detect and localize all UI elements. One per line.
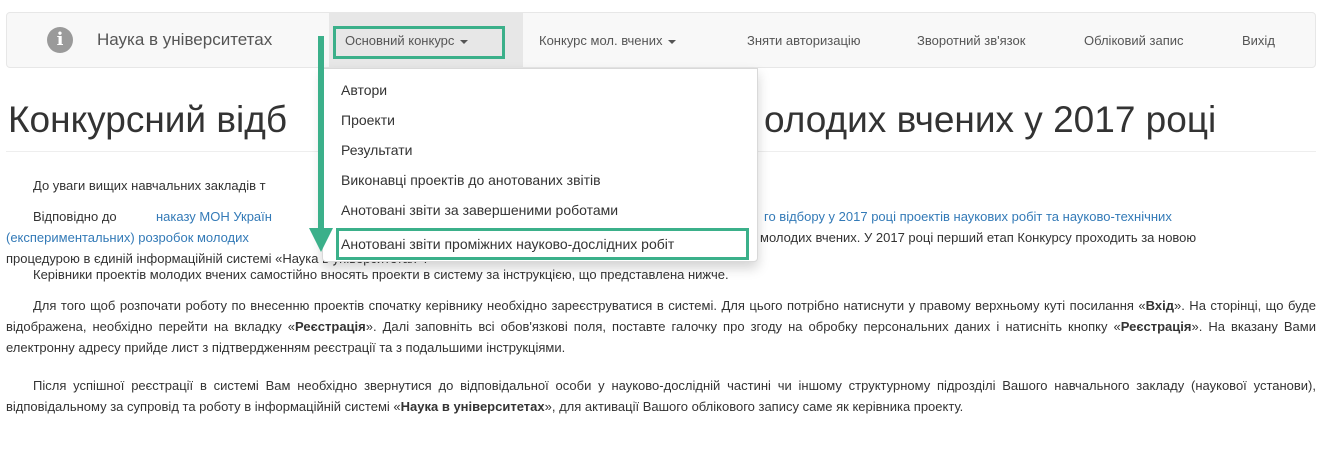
page-title-right: олодих вчених у 2017 році (764, 99, 1217, 140)
highlight-interim-reports (336, 228, 749, 260)
p5-bold-system: Наука в університетах (400, 399, 545, 414)
order-link-line2[interactable]: (експериментальних) розробок молодих (6, 227, 249, 248)
p2-text: Відповідно до (33, 209, 117, 224)
dropdown-item-projects[interactable]: Проекти (341, 105, 395, 135)
dropdown-item-executors[interactable]: Виконавці проектів до анотованих звітів (341, 165, 601, 195)
p3-text: Керівники проектів молодих вчених самост… (33, 267, 729, 282)
page-title-left: Конкурсний відб (8, 99, 288, 140)
nav-young-scientists-label: Конкурс мол. вчених (539, 33, 663, 48)
p4-text-3: ». Далі заповніть всі обов'язкові поля, … (365, 319, 1121, 334)
dropdown-item-authors[interactable]: Автори (341, 75, 387, 105)
p4-text-1: Для того щоб розпочати роботу по внесенн… (33, 298, 1146, 313)
nav-young-scientists[interactable]: Конкурс мол. вчених (539, 33, 677, 48)
paragraph-3: Керівники проектів молодих вчених самост… (6, 264, 1316, 285)
navbar: i Наука в університетах Основний конкурс… (6, 12, 1316, 68)
paragraph-5: Після успішної реєстрації в системі Вам … (6, 375, 1316, 417)
p2-line2-rest: молодих вчених. У 2017 році перший етап … (760, 230, 1197, 245)
p4-bold-register-button: Реєстрація (1120, 319, 1192, 334)
caret-down-icon (668, 39, 677, 44)
dropdown-item-final-reports[interactable]: Анотовані звіти за завершеними роботами (341, 195, 618, 225)
nav-logout[interactable]: Вихід (1242, 33, 1275, 48)
order-link[interactable]: наказу МОН Україн (156, 206, 272, 227)
brand-link[interactable]: Наука в університетах (97, 30, 272, 50)
nav-deauthorize[interactable]: Зняти авторизацію (747, 33, 861, 48)
order-link-cont[interactable]: го відбору у 2017 році проектів наукових… (764, 206, 1172, 227)
dropdown-item-results[interactable]: Результати (341, 135, 413, 165)
paragraph-4: Для того щоб розпочати роботу по внесенн… (6, 295, 1316, 358)
p4-bold-register-tab: Реєстрація (295, 319, 366, 334)
nav-account[interactable]: Обліковий запис (1084, 33, 1184, 48)
p5-text-2: », для активації Вашого облікового запис… (544, 399, 964, 414)
highlight-main-contest (333, 26, 505, 59)
p1-text: До уваги вищих навчальних закладів т (33, 178, 266, 193)
info-icon: i (47, 27, 73, 53)
down-arrow-icon (309, 36, 333, 252)
p4-bold-login: Вхід (1145, 298, 1174, 313)
nav-feedback[interactable]: Зворотний зв'язок (917, 33, 1025, 48)
